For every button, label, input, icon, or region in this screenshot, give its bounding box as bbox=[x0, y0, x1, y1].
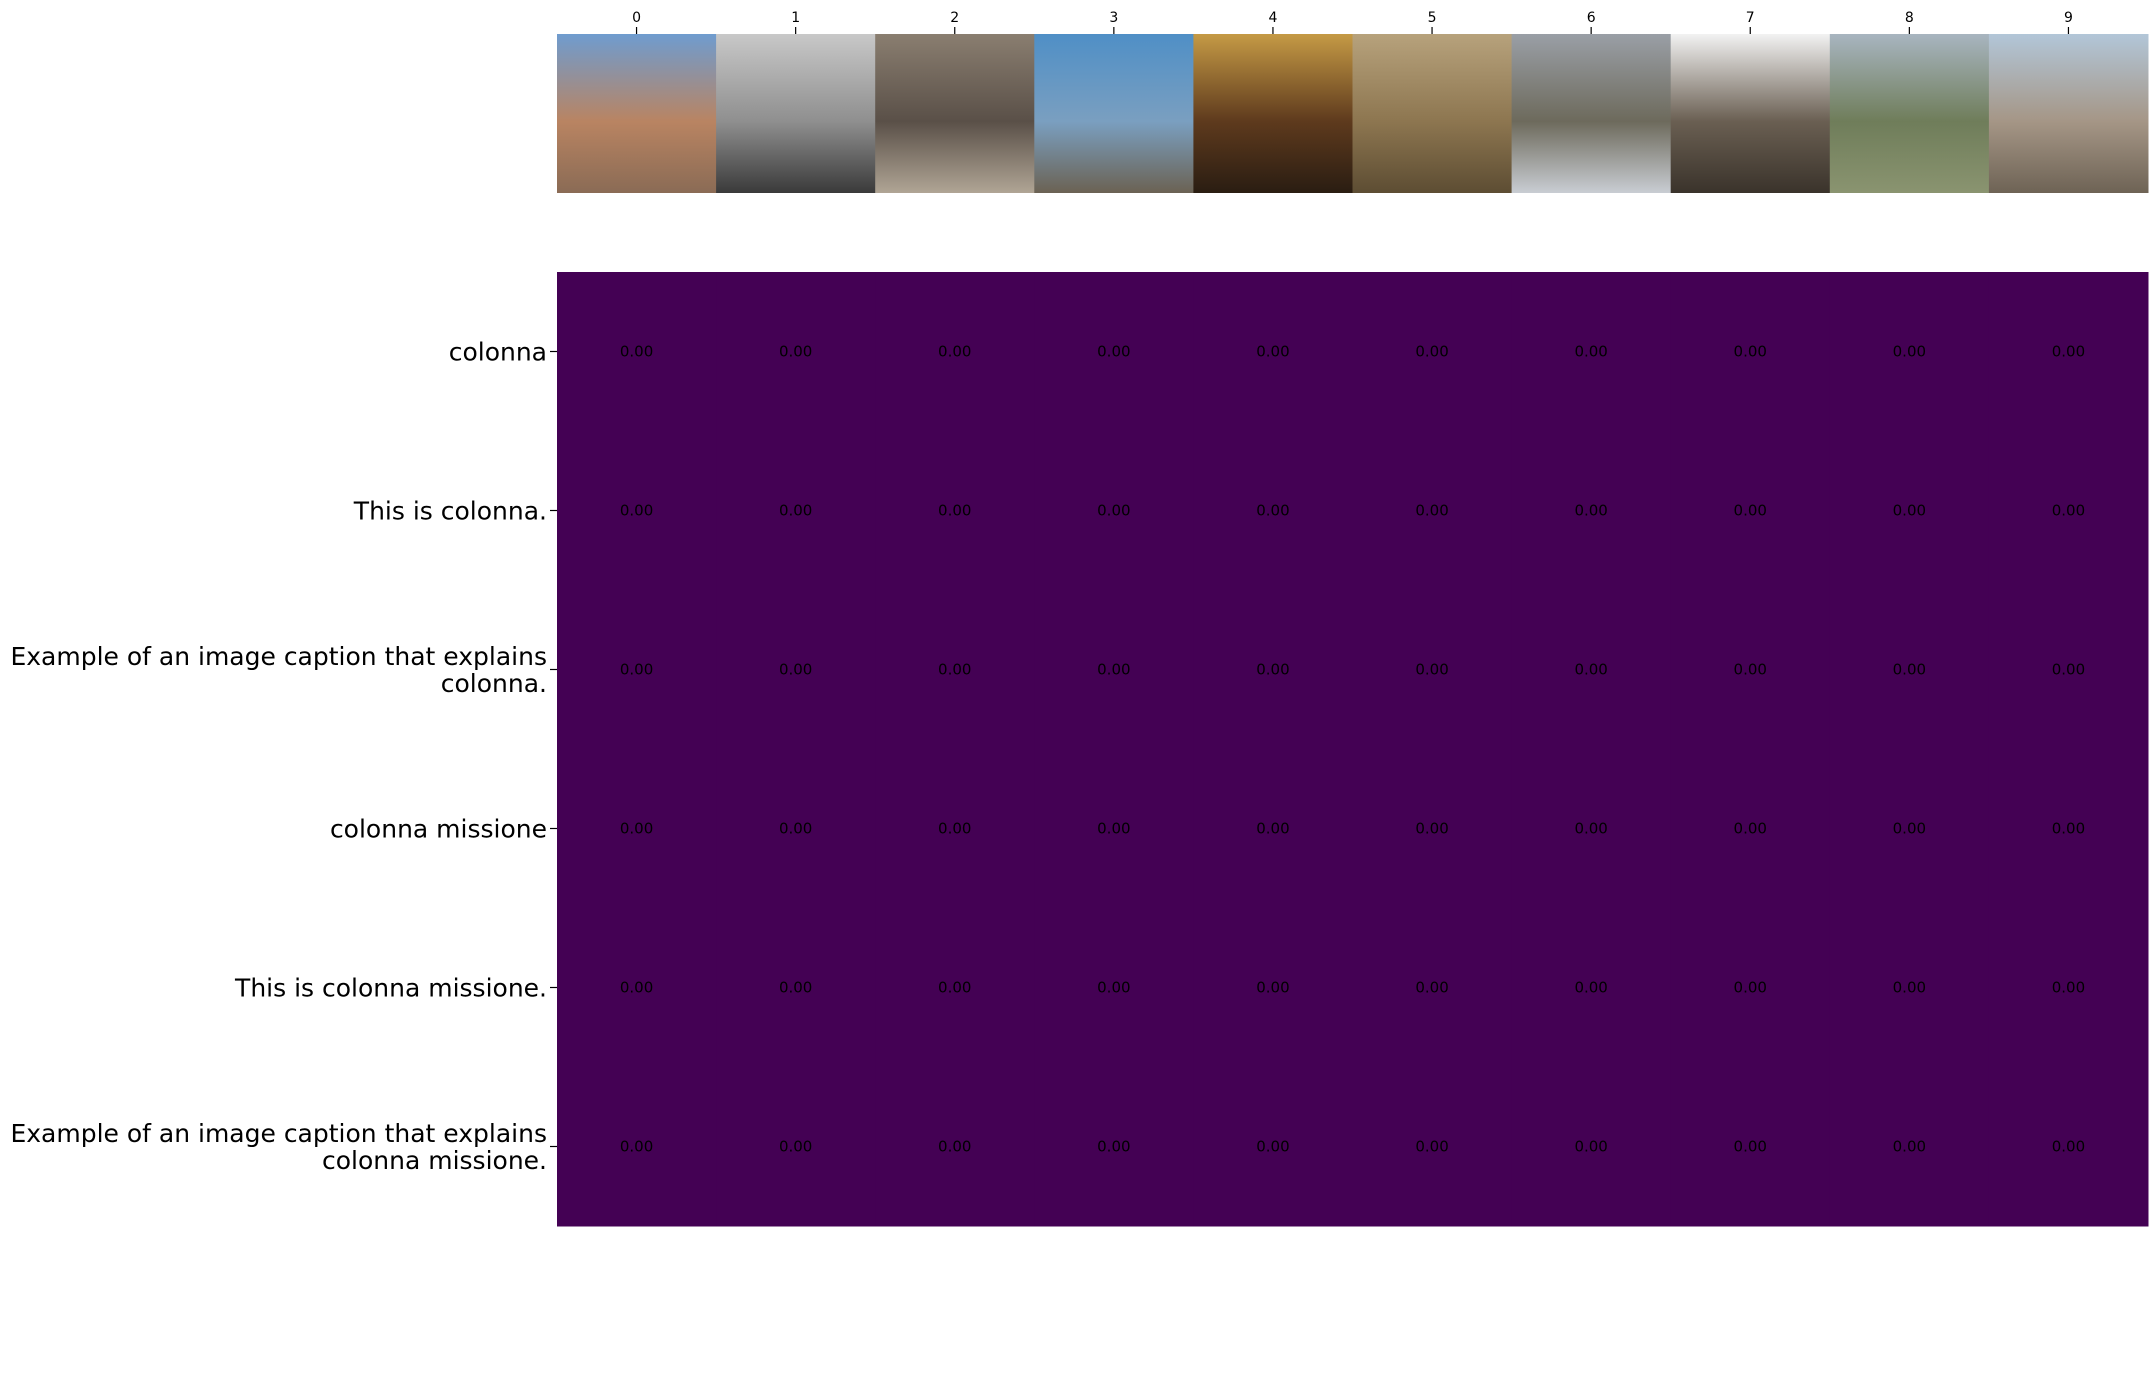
cell-value-label: 0.00 bbox=[1893, 1138, 1926, 1156]
x-tick-label: 6 bbox=[1587, 10, 1596, 26]
cell-value-label: 0.00 bbox=[1256, 820, 1289, 838]
y-tick-label: colonna missione bbox=[330, 815, 547, 844]
cell-value-label: 0.00 bbox=[938, 979, 971, 997]
cell-value-label: 0.00 bbox=[779, 979, 812, 997]
cell-value-label: 0.00 bbox=[779, 502, 812, 520]
cell-value-label: 0.00 bbox=[620, 502, 653, 520]
cell-value-label: 0.00 bbox=[2052, 1138, 2085, 1156]
cell-value-label: 0.00 bbox=[620, 979, 653, 997]
similarity-heatmap-chart: 0 1 2 3 4 5 6 7 8 9 0.00 0.00 0.00 0.00 0.00 0.00 0.00 0.… bbox=[10, 10, 2149, 1227]
cell-value-label: 0.00 bbox=[1097, 1138, 1130, 1156]
x-tick-label: 1 bbox=[791, 10, 800, 26]
cell-value-label: 0.00 bbox=[1574, 343, 1607, 361]
cell-value-label: 0.00 bbox=[1415, 343, 1448, 361]
x-tick-label: 7 bbox=[1746, 10, 1755, 26]
image-thumbnail-8 bbox=[1829, 34, 1990, 193]
cell-value-label: 0.00 bbox=[779, 661, 812, 679]
cell-value-label: 0.00 bbox=[1415, 502, 1448, 520]
cell-value-label: 0.00 bbox=[1256, 979, 1289, 997]
cell-value-label: 0.00 bbox=[1734, 820, 1767, 838]
x-tick-label: 0 bbox=[632, 10, 641, 26]
cell-value-label: 0.00 bbox=[1893, 502, 1926, 520]
cell-value-label: 0.00 bbox=[1734, 979, 1767, 997]
cell-value-label: 0.00 bbox=[1256, 343, 1289, 361]
image-thumbnail-4 bbox=[1193, 34, 1353, 193]
image-thumbnail-3 bbox=[1034, 34, 1194, 193]
image-thumbnail-7 bbox=[1670, 34, 1831, 193]
y-tick-label: Example of an image caption that explain… bbox=[10, 1119, 547, 1175]
cell-value-label: 0.00 bbox=[1574, 502, 1607, 520]
image-thumbnail-5 bbox=[1352, 34, 1513, 193]
cell-value-label: 0.00 bbox=[1574, 1138, 1607, 1156]
y-axis-ticks: colonna This is colonna. Example of an ima… bbox=[10, 338, 557, 1175]
cell-value-label: 0.00 bbox=[1415, 979, 1448, 997]
x-tick-label: 4 bbox=[1268, 10, 1277, 26]
cell-value-label: 0.00 bbox=[779, 343, 812, 361]
cell-value-label: 0.00 bbox=[938, 1138, 971, 1156]
cell-value-label: 0.00 bbox=[2052, 661, 2085, 679]
cell-value-label: 0.00 bbox=[620, 1138, 653, 1156]
cell-value-label: 0.00 bbox=[2052, 979, 2085, 997]
y-tick-label: Example of an image caption that explain… bbox=[10, 642, 547, 698]
heatmap-cells bbox=[557, 272, 2149, 1227]
cell-value-label: 0.00 bbox=[1256, 502, 1289, 520]
cell-value-label: 0.00 bbox=[1097, 979, 1130, 997]
x-tick-label: 5 bbox=[1428, 10, 1437, 26]
image-thumbnail-1 bbox=[716, 34, 876, 193]
cell-value-label: 0.00 bbox=[1734, 343, 1767, 361]
cell-value-label: 0.00 bbox=[1893, 820, 1926, 838]
y-tick-label: This is colonna missione. bbox=[234, 974, 547, 1003]
x-tick-label: 3 bbox=[1109, 10, 1118, 26]
cell-value-label: 0.00 bbox=[1734, 1138, 1767, 1156]
image-thumbnail-0 bbox=[557, 34, 717, 193]
cell-value-label: 0.00 bbox=[1415, 820, 1448, 838]
cell-value-label: 0.00 bbox=[1574, 820, 1607, 838]
cell-value-label: 0.00 bbox=[1893, 343, 1926, 361]
cell-value-label: 0.00 bbox=[620, 343, 653, 361]
y-tick-label: colonna bbox=[449, 338, 547, 367]
cell-value-label: 0.00 bbox=[938, 343, 971, 361]
cell-value-label: 0.00 bbox=[1734, 661, 1767, 679]
cell-value-label: 0.00 bbox=[1256, 661, 1289, 679]
image-thumbnail-6 bbox=[1511, 34, 1672, 193]
cell-value-label: 0.00 bbox=[1734, 502, 1767, 520]
y-tick-label: This is colonna. bbox=[353, 497, 547, 526]
cell-value-label: 0.00 bbox=[1574, 661, 1607, 679]
cell-value-label: 0.00 bbox=[779, 820, 812, 838]
cell-value-label: 0.00 bbox=[779, 1138, 812, 1156]
cell-value-label: 0.00 bbox=[620, 661, 653, 679]
x-tick-label: 9 bbox=[2064, 10, 2073, 26]
cell-value-label: 0.00 bbox=[1415, 661, 1448, 679]
image-thumbnail-2 bbox=[875, 34, 1035, 193]
cell-value-label: 0.00 bbox=[938, 820, 971, 838]
image-thumbnail-strip: 0 1 2 3 4 5 6 7 8 9 bbox=[557, 10, 2149, 193]
cell-value-label: 0.00 bbox=[2052, 502, 2085, 520]
cell-value-label: 0.00 bbox=[1097, 502, 1130, 520]
cell-value-label: 0.00 bbox=[1893, 661, 1926, 679]
cell-value-label: 0.00 bbox=[1893, 979, 1926, 997]
cell-value-label: 0.00 bbox=[1574, 979, 1607, 997]
x-tick-label: 2 bbox=[950, 10, 959, 26]
cell-value-label: 0.00 bbox=[1097, 820, 1130, 838]
cell-value-label: 0.00 bbox=[938, 661, 971, 679]
x-tick-label: 8 bbox=[1905, 10, 1914, 26]
cell-value-label: 0.00 bbox=[2052, 343, 2085, 361]
cell-value-label: 0.00 bbox=[1415, 1138, 1448, 1156]
cell-value-label: 0.00 bbox=[1256, 1138, 1289, 1156]
cell-value-label: 0.00 bbox=[938, 502, 971, 520]
cell-value-label: 0.00 bbox=[2052, 820, 2085, 838]
cell-value-label: 0.00 bbox=[620, 820, 653, 838]
image-thumbnail-9 bbox=[1988, 34, 2149, 193]
cell-value-label: 0.00 bbox=[1097, 661, 1130, 679]
cell-value-label: 0.00 bbox=[1097, 343, 1130, 361]
